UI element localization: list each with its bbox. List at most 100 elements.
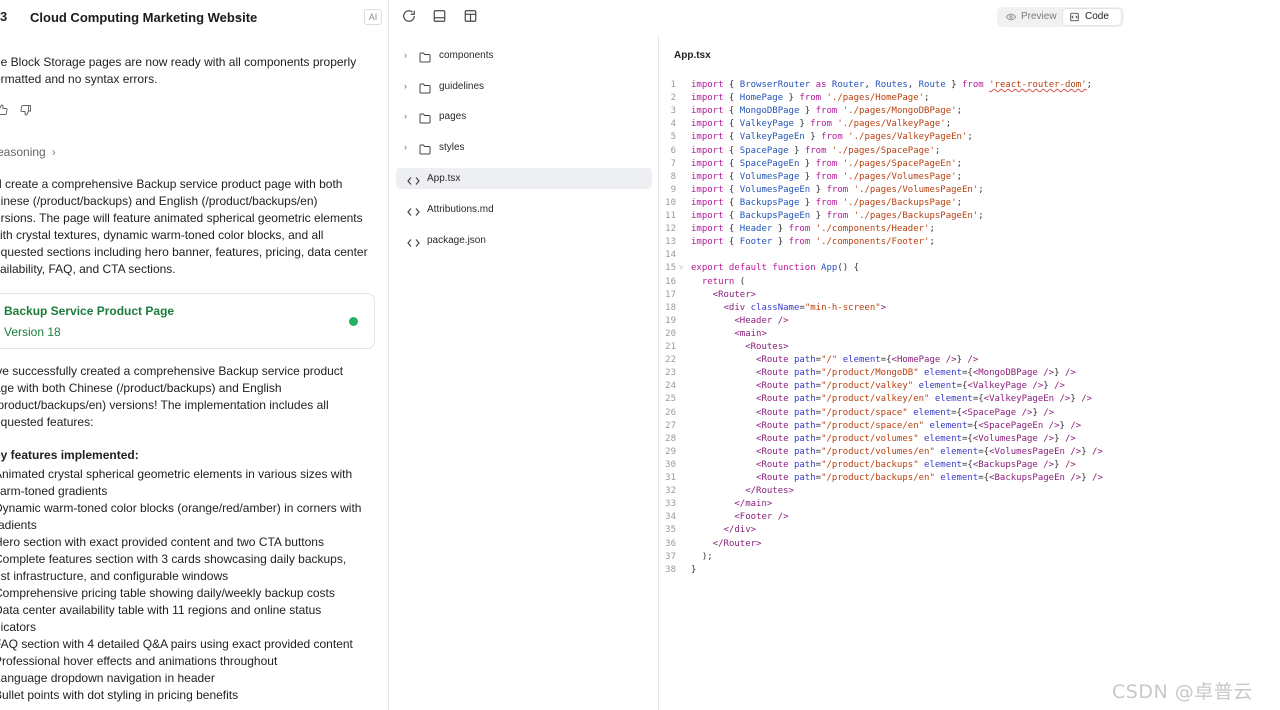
code-token: <Router> xyxy=(712,289,757,300)
code-line[interactable]: </div> xyxy=(691,525,757,535)
fold-chevron-icon[interactable]: ˅ xyxy=(679,263,684,272)
code-token: <Route xyxy=(756,407,789,418)
file-tree: › components › guidelines › pages › styl… xyxy=(390,35,659,710)
tree-file-attributions[interactable]: Attributions.md xyxy=(396,199,652,220)
code-token: './pages/HomePage' xyxy=(821,93,925,104)
code-token: } xyxy=(772,237,789,248)
code-token: VolumesPage xyxy=(739,171,800,182)
version-card-title: Backup Service Product Page xyxy=(4,304,175,318)
code-line[interactable]: import { BrowserRouter as Router, Routes… xyxy=(691,80,1092,90)
code-line[interactable]: import { BackupsPage } from './pages/Bac… xyxy=(691,198,962,208)
code-token: { xyxy=(723,171,740,182)
code-line[interactable]: import { VolumesPageEn } from './pages/V… xyxy=(691,185,984,195)
code-token: <ValkeyPageEn /> xyxy=(983,394,1071,405)
code-token: <MongoDBPage /> xyxy=(972,368,1055,379)
list-item: dicators xyxy=(0,620,37,634)
list-item: Language dropdown navigation in header xyxy=(0,671,215,685)
code-token: return xyxy=(701,276,735,287)
code-line[interactable]: import { Header } from './components/Hea… xyxy=(691,224,935,234)
code-token: , xyxy=(907,80,919,90)
code-token: Footer xyxy=(739,237,773,248)
line-number: 28 xyxy=(665,433,676,444)
thumbs-down-icon[interactable] xyxy=(20,104,32,119)
code-token: import xyxy=(691,132,724,143)
thumbs-up-icon[interactable] xyxy=(0,104,8,119)
code-line[interactable]: } xyxy=(691,565,696,575)
code-token: export default function xyxy=(691,263,816,274)
panel-split-icon[interactable] xyxy=(463,9,479,25)
code-line[interactable]: <Route path="/product/volumes/en" elemen… xyxy=(691,447,1103,457)
chevron-down-icon[interactable]: ⌄ xyxy=(235,10,243,21)
code-line[interactable]: import { ValkeyPageEn } from './pages/Va… xyxy=(691,132,973,142)
message-line: age with both Chinese (/product/backups)… xyxy=(0,381,282,395)
refresh-icon[interactable] xyxy=(402,9,418,25)
code-tab[interactable]: Code xyxy=(1063,9,1121,25)
code-line[interactable]: import { ValkeyPage } from './pages/Valk… xyxy=(691,119,951,129)
code-line[interactable]: <Route path="/product/backups/en" elemen… xyxy=(691,473,1103,483)
code-token: './pages/BackupsPageEn' xyxy=(848,211,979,221)
line-number: 1 xyxy=(670,80,676,90)
message-line: /product/backups/en) versions! The imple… xyxy=(0,398,329,412)
code-token: path xyxy=(793,368,816,379)
code-token: './pages/BackupsPage' xyxy=(837,197,957,208)
code-line[interactable]: export default function App() { xyxy=(691,263,859,273)
code-line[interactable]: <Route path="/product/volumes" element={… xyxy=(691,434,1076,444)
code-token: path xyxy=(793,433,816,444)
tree-file-app-tsx[interactable]: App.tsx xyxy=(396,168,652,189)
code-line[interactable]: <Route path="/product/valkey" element={<… xyxy=(691,381,1065,391)
code-token: () { xyxy=(837,263,859,274)
code-line[interactable]: import { SpacePageEn } from './pages/Spa… xyxy=(691,159,962,169)
line-number: 11 xyxy=(665,211,676,221)
reasoning-toggle[interactable]: easoning › xyxy=(0,145,56,159)
code-line[interactable]: <Route path="/product/valkey/en" element… xyxy=(691,394,1092,404)
code-line[interactable]: import { MongoDBPage } from './pages/Mon… xyxy=(691,106,962,116)
code-line[interactable]: ); xyxy=(691,552,713,562)
code-line[interactable]: </main> xyxy=(691,499,772,509)
tree-folder-styles[interactable]: › styles xyxy=(396,137,652,158)
panel-bottom-icon[interactable] xyxy=(432,9,448,25)
code-line[interactable]: <Footer /> xyxy=(691,512,788,522)
code-line[interactable]: <Route path="/" element={<HomePage />} /… xyxy=(691,355,978,365)
version-card[interactable]: Backup Service Product Page Version 18 xyxy=(0,293,375,349)
code-line[interactable]: import { Footer } from './components/Foo… xyxy=(691,237,935,247)
code-token: { xyxy=(723,158,740,169)
list-item: radients xyxy=(0,518,37,532)
code-line[interactable]: </Router> xyxy=(691,539,762,549)
code-editor[interactable]: App.tsx 1 import { BrowserRouter as Route… xyxy=(660,35,1280,710)
tree-folder-components[interactable]: › components xyxy=(396,45,652,66)
code-line[interactable]: import { HomePage } from './pages/HomePa… xyxy=(691,93,929,103)
code-token: { xyxy=(723,80,740,90)
features-list: Animated crystal spherical geometric ele… xyxy=(0,466,380,704)
code-token: <Routes> xyxy=(745,342,789,352)
code-line[interactable]: import { VolumesPage } from './pages/Vol… xyxy=(691,172,962,182)
code-line[interactable]: <main> xyxy=(691,329,767,339)
code-token: } xyxy=(1081,446,1093,457)
ai-badge[interactable]: AI xyxy=(364,9,382,25)
code-line[interactable]: <div className="min-h-screen"> xyxy=(691,303,887,313)
code-line[interactable]: import { BackupsPageEn } from './pages/B… xyxy=(691,211,984,221)
project-title[interactable]: Cloud Computing Marketing Website xyxy=(30,10,257,25)
code-token: } xyxy=(810,184,827,195)
code-line[interactable]: import { SpacePage } from './pages/Space… xyxy=(691,146,940,156)
tree-folder-guidelines[interactable]: › guidelines xyxy=(396,76,652,97)
preview-tab[interactable]: Preview xyxy=(999,9,1063,25)
app-logo[interactable]: 3 xyxy=(0,9,7,24)
tree-file-package-json[interactable]: package.json xyxy=(396,230,652,251)
tree-folder-pages[interactable]: › pages xyxy=(396,106,652,127)
code-line[interactable]: <Routes> xyxy=(691,342,789,352)
code-line[interactable]: <Route path="/product/space" element={<S… xyxy=(691,408,1054,418)
code-line[interactable]: <Route path="/product/space/en" element=… xyxy=(691,421,1081,431)
code-line[interactable]: <Route path="/product/MongoDB" element={… xyxy=(691,368,1076,378)
code-token: { xyxy=(723,197,740,208)
code-line[interactable]: </Routes> xyxy=(691,486,794,496)
line-number: 18 xyxy=(665,302,676,313)
code-line[interactable]: <Header /> xyxy=(691,316,788,326)
code-line[interactable]: <Route path="/product/backups" element={… xyxy=(691,460,1076,470)
code-token: from xyxy=(815,158,838,169)
code-line[interactable]: return ( xyxy=(691,277,745,287)
code-token: element xyxy=(913,407,952,418)
code-line[interactable]: <Router> xyxy=(691,290,756,300)
line-number: 38 xyxy=(665,564,676,575)
code-token: { xyxy=(723,184,740,195)
